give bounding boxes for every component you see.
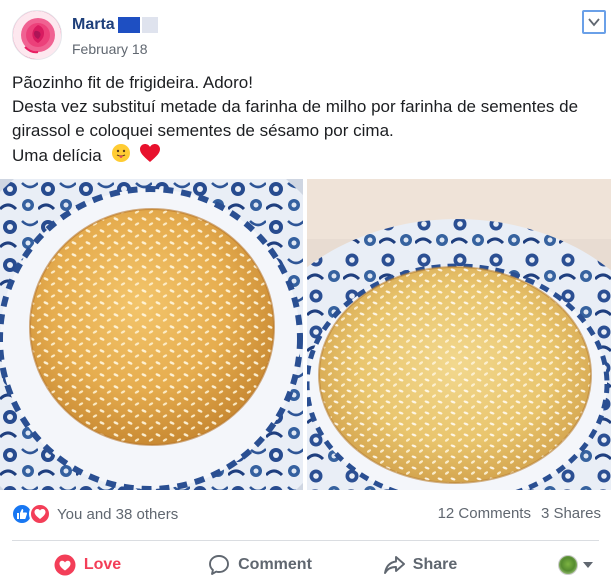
comment-button[interactable]: Comment (175, 554, 345, 576)
caret-down-icon (583, 562, 593, 568)
rose-icon (13, 11, 61, 59)
post-header: Marta February 18 (12, 10, 606, 64)
redaction-block (141, 17, 158, 33)
bread-photo-image (0, 179, 303, 490)
photo-left[interactable] (0, 179, 303, 490)
shares-count[interactable]: 3 Shares (541, 505, 601, 522)
post-text-line: Desta vez substituí metade da farinha de… (12, 97, 579, 116)
love-icon (54, 554, 76, 576)
share-button[interactable]: Share (345, 554, 495, 576)
bread-photo-image (307, 179, 611, 490)
post-text: Pãozinho fit de frigideira. Adoro! Desta… (12, 71, 602, 170)
post-date[interactable]: February 18 (72, 41, 147, 57)
post-text-line: Pãozinho fit de frigideira. Adoro! (12, 73, 253, 92)
post-text-line: Uma delícia (12, 145, 102, 165)
love-button[interactable]: Love (0, 554, 175, 576)
comment-label: Comment (238, 556, 312, 573)
mini-avatar (558, 555, 578, 575)
post-text-line: girassol e coloquei sementes de sésamo p… (12, 121, 394, 140)
post-options-button[interactable] (582, 10, 606, 34)
comments-count[interactable]: 12 Comments (438, 505, 531, 522)
chevron-down-icon (588, 18, 600, 27)
share-icon (383, 556, 405, 574)
profile-selector[interactable] (558, 555, 593, 575)
divider (12, 540, 599, 541)
love-label: Love (83, 556, 122, 573)
author-name[interactable]: Marta (72, 16, 158, 34)
author-avatar[interactable] (12, 10, 62, 60)
share-label: Share (412, 556, 458, 573)
redaction-block (117, 17, 140, 33)
engagement-counts: 12 Comments 3 Shares (438, 505, 601, 522)
tongue-face-icon (111, 143, 131, 170)
reaction-summary[interactable]: You and 38 others (11, 503, 178, 525)
comment-icon (209, 555, 230, 575)
love-icon (29, 503, 51, 525)
post-text-line-last: Uma delícia (12, 143, 602, 170)
reaction-summary-text[interactable]: You and 38 others (57, 506, 178, 523)
red-heart-icon (139, 143, 161, 170)
photo-right[interactable] (307, 179, 611, 490)
author-name-text[interactable]: Marta (72, 16, 115, 34)
action-bar: Love Comment Share (0, 545, 611, 585)
photo-grid (0, 179, 611, 490)
